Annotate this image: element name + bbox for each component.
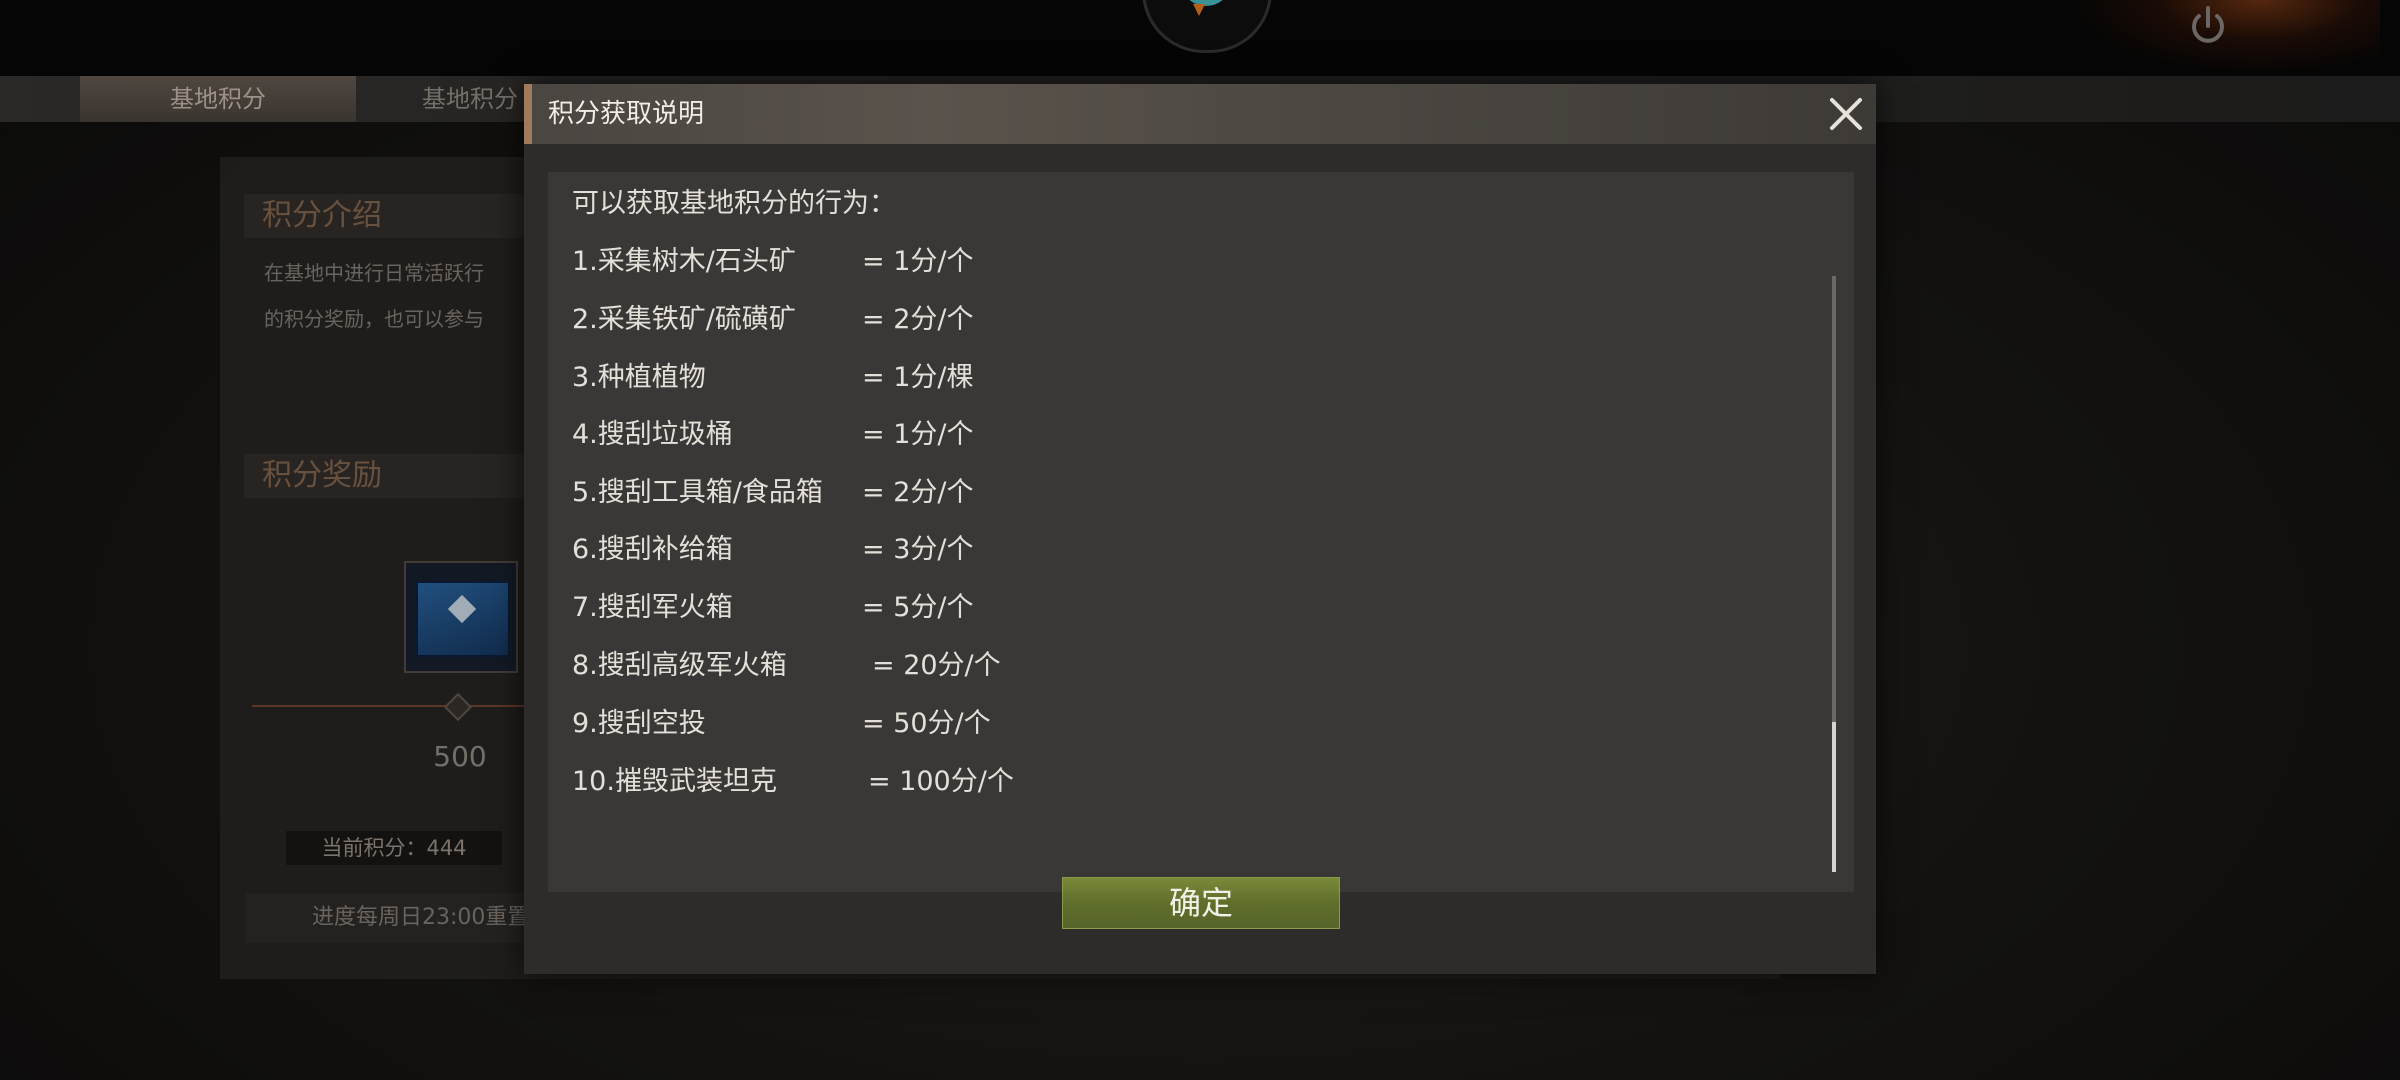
- item-label: 10.摧毁武装坦克: [572, 766, 777, 797]
- close-icon[interactable]: [1824, 92, 1868, 136]
- scrollbar-thumb[interactable]: [1832, 722, 1836, 872]
- list-item: 7.搜刮军火箱 = 5分/个: [572, 588, 1772, 628]
- item-label: 9.搜刮空投: [572, 708, 706, 739]
- list-item: 3.种植植物 = 1分/棵: [572, 358, 1772, 398]
- rules-intro: 可以获取基地积分的行为：: [572, 188, 896, 219]
- rules-content[interactable]: 可以获取基地积分的行为： 1.采集树木/石头矿 = 1分/个 2.采集铁矿/硫磺…: [548, 172, 1854, 892]
- item-label: 6.搜刮补给箱: [572, 534, 733, 565]
- header-accent: [524, 84, 532, 144]
- list-item: 4.搜刮垃圾桶 = 1分/个: [572, 415, 1772, 455]
- item-value: = 2分/个: [862, 477, 974, 508]
- item-label: 5.搜刮工具箱/食品箱: [572, 477, 823, 508]
- item-value: = 100分/个: [868, 766, 1014, 797]
- item-label: 3.种植植物: [572, 362, 706, 393]
- item-value: = 50分/个: [862, 708, 991, 739]
- item-label: 8.搜刮高级军火箱: [572, 650, 787, 681]
- list-item: 5.搜刮工具箱/食品箱 = 2分/个: [572, 473, 1772, 513]
- list-item: 10.摧毁武装坦克 = 100分/个: [572, 762, 1772, 802]
- item-label: 4.搜刮垃圾桶: [572, 419, 733, 450]
- modal-header: 积分获取说明: [524, 84, 1876, 144]
- item-value: = 1分/个: [862, 246, 974, 277]
- item-label: 7.搜刮军火箱: [572, 592, 733, 623]
- item-value: = 1分/个: [862, 419, 974, 450]
- item-value: = 1分/棵: [862, 362, 974, 393]
- item-label: 2.采集铁矿/硫磺矿: [572, 304, 796, 335]
- list-item: 8.搜刮高级军火箱 = 20分/个: [572, 646, 1772, 686]
- item-label: 1.采集树木/石头矿: [572, 246, 796, 277]
- points-info-modal: 积分获取说明 可以获取基地积分的行为： 1.采集树木/石头矿 = 1分/个 2.…: [524, 84, 1876, 974]
- list-item: 9.搜刮空投 = 50分/个: [572, 704, 1772, 744]
- item-value: = 20分/个: [872, 650, 1001, 681]
- list-item: 2.采集铁矿/硫磺矿 = 2分/个: [572, 300, 1772, 340]
- item-value: = 3分/个: [862, 534, 974, 565]
- confirm-button[interactable]: 确定: [1062, 877, 1340, 929]
- item-value: = 5分/个: [862, 592, 974, 623]
- list-item: 6.搜刮补给箱 = 3分/个: [572, 530, 1772, 570]
- item-value: = 2分/个: [862, 304, 974, 335]
- list-item: 1.采集树木/石头矿 = 1分/个: [572, 242, 1772, 282]
- modal-title: 积分获取说明: [548, 99, 705, 129]
